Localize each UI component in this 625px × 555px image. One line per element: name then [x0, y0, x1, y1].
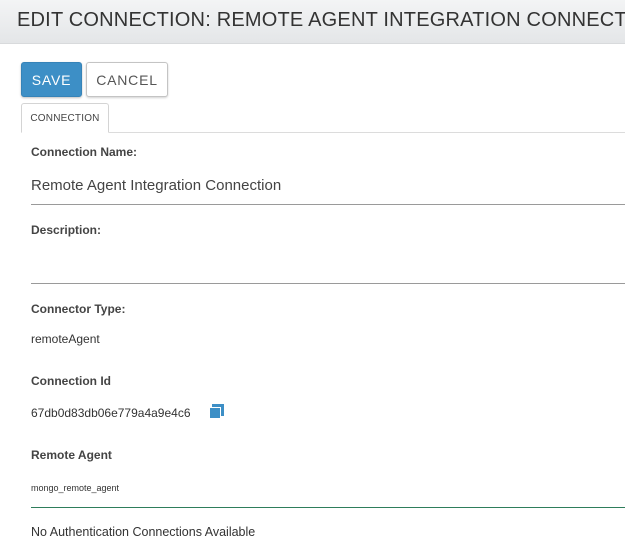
remote-agent-underline — [31, 507, 625, 508]
connection-id-label: Connection Id — [31, 374, 111, 388]
edit-connection-page: EDIT CONNECTION: REMOTE AGENT INTEGRATIO… — [0, 0, 625, 555]
copy-icon[interactable] — [208, 403, 225, 420]
tab-connection[interactable]: CONNECTION — [21, 103, 109, 133]
remote-agent-select[interactable]: mongo_remote_agent — [31, 483, 119, 493]
page-title: EDIT CONNECTION: REMOTE AGENT INTEGRATIO… — [17, 9, 625, 31]
description-underline — [31, 283, 625, 284]
description-input[interactable] — [31, 255, 625, 279]
page-header: EDIT CONNECTION: REMOTE AGENT INTEGRATIO… — [0, 0, 625, 44]
auth-connections-message: No Authentication Connections Available — [31, 525, 256, 539]
remote-agent-label: Remote Agent — [31, 448, 112, 462]
connection-name-label: Connection Name: — [31, 145, 138, 159]
connection-name-underline — [31, 204, 625, 205]
description-label: Description: — [31, 223, 102, 237]
cancel-button[interactable]: CANCEL — [86, 62, 168, 97]
connector-type-value: remoteAgent — [31, 332, 100, 346]
save-button[interactable]: SAVE — [21, 62, 82, 97]
connection-id-value: 67db0d83db06e779a4a9e4c6 — [31, 406, 191, 420]
connector-type-label: Connector Type: — [31, 302, 126, 316]
tab-bar-divider — [21, 132, 625, 133]
connection-name-input[interactable]: Remote Agent Integration Connection — [31, 177, 281, 194]
